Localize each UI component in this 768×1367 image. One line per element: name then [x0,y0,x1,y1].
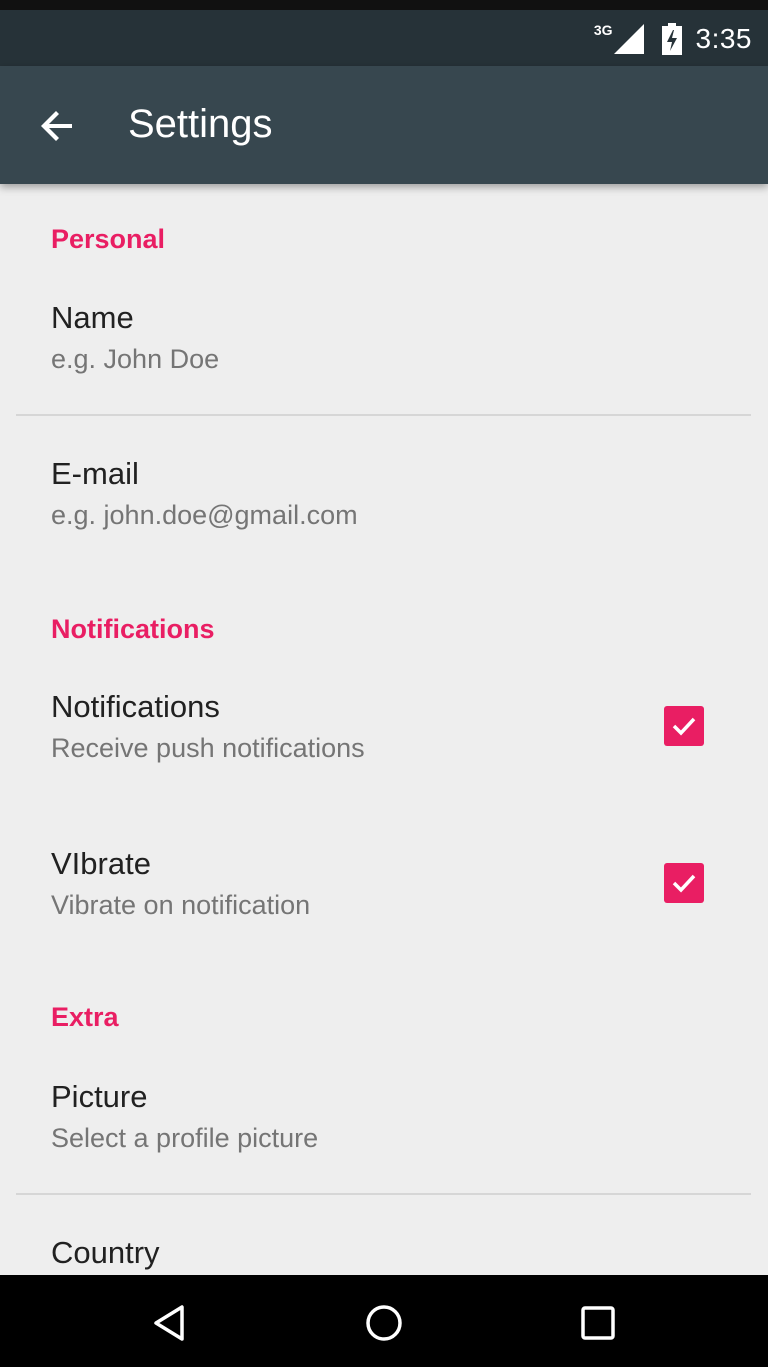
check-icon [672,717,696,736]
pref-picture-summary: Select a profile picture [51,1123,319,1153]
nav-home-button[interactable] [360,1299,408,1347]
page-title: Settings [128,102,273,146]
pref-name[interactable]: Name e.g. John Doe [0,300,768,400]
pref-vibrate-summary: Vibrate on notification [51,890,311,920]
pref-picture-title: Picture [51,1079,148,1114]
nav-back-button[interactable] [146,1299,194,1347]
pref-email-title: E-mail [51,456,139,491]
recents-square-icon [581,1306,615,1340]
pref-vibrate-title: VIbrate [51,846,151,881]
section-header-notifications: Notifications [51,614,215,644]
notifications-checkbox[interactable] [664,706,704,746]
status-time: 3:35 [695,23,752,54]
pref-name-title: Name [51,300,134,335]
status-bar: 3G 3:35 [0,0,768,66]
settings-list[interactable]: Personal Name e.g. John Doe E-mail e.g. … [0,184,768,1275]
pref-notifications-summary: Receive push notifications [51,733,365,763]
pref-notifications-title: Notifications [51,689,220,724]
divider [16,414,751,416]
vibrate-checkbox[interactable] [664,863,704,903]
pref-picture[interactable]: Picture Select a profile picture [0,1079,768,1179]
section-header-extra: Extra [51,1002,119,1032]
pref-notifications[interactable]: Notifications Receive push notifications [0,689,768,789]
signal-icon [613,24,644,54]
status-icons: 3G 3:35 [594,18,752,60]
pref-vibrate[interactable]: VIbrate Vibrate on notification [0,846,768,946]
battery-charging-icon [661,23,682,55]
back-button[interactable] [30,98,86,154]
nav-recents-button[interactable] [574,1299,622,1347]
section-header-personal: Personal [51,224,166,254]
divider [16,1193,751,1195]
pref-country-title: Country [51,1235,160,1270]
back-triangle-icon [154,1305,184,1341]
check-icon [672,874,696,893]
arrow-back-icon [41,111,72,141]
home-circle-icon [366,1305,402,1341]
pref-email[interactable]: E-mail e.g. john.doe@gmail.com [0,456,768,556]
app-bar: Settings [0,66,768,184]
pref-country[interactable]: Country [0,1235,768,1275]
pref-email-summary: e.g. john.doe@gmail.com [51,500,358,530]
navigation-bar [0,1275,768,1367]
pref-name-summary: e.g. John Doe [51,344,220,374]
network-type-label: 3G [593,22,613,38]
